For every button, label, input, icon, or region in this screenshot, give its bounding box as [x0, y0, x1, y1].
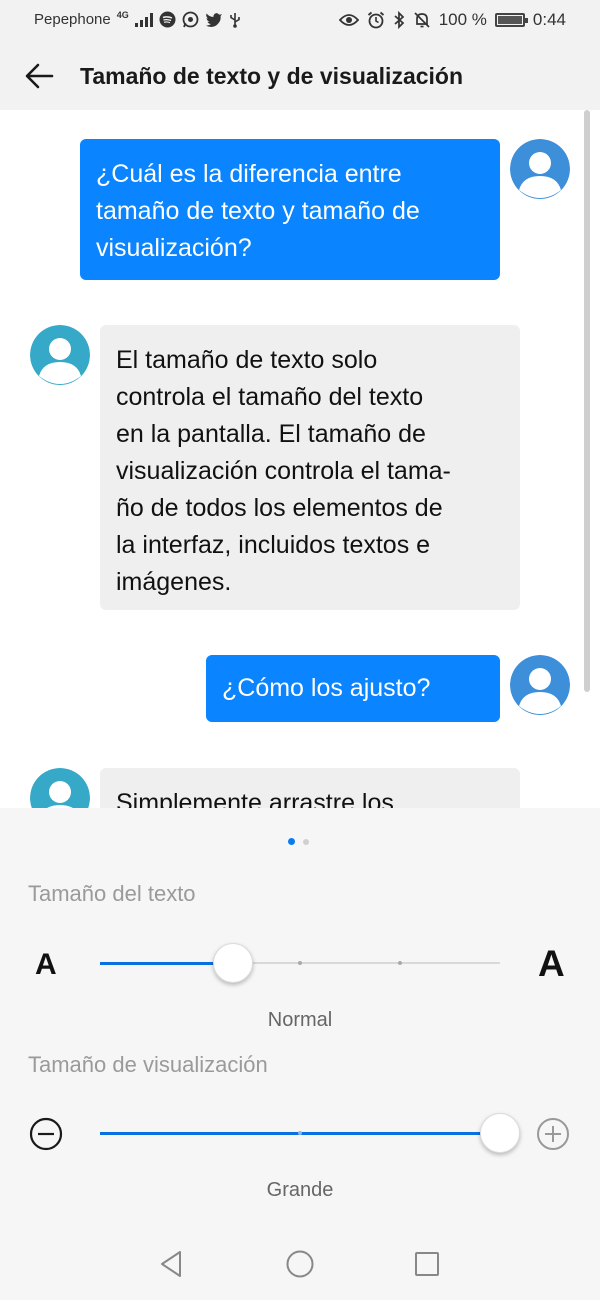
message-line: en la pantalla. El tamaño de — [116, 420, 426, 448]
message-line: ¿Cómo los ajusto? — [222, 674, 431, 702]
battery-percent: 100 % — [438, 10, 487, 29]
page-dot-active[interactable] — [288, 838, 295, 845]
person-icon — [30, 768, 90, 808]
display-size-label: Tamaño de visualización — [28, 1052, 268, 1077]
small-text-glyph[interactable]: A — [35, 948, 57, 982]
mute-icon — [414, 12, 430, 28]
message-line: visualización controla el tama- — [116, 457, 451, 485]
arrow-left-icon — [25, 63, 54, 89]
page-indicator — [288, 838, 309, 845]
slider-tick — [298, 961, 302, 965]
app-bar: Tamaño de texto y de visualización — [0, 42, 600, 110]
status-left: Pepephone 4G — [34, 9, 241, 28]
message-line: Simplemente arrastre los — [116, 789, 394, 808]
person-icon — [510, 139, 570, 199]
spotify-icon — [159, 11, 176, 28]
back-button[interactable] — [22, 58, 58, 94]
status-bar: Pepephone 4G 100 % 0:44 — [0, 0, 600, 42]
display-size-slider[interactable] — [100, 1113, 520, 1153]
message-line: ¿Cuál es la diferencia entre — [96, 160, 402, 188]
system-nav-bar — [0, 1230, 600, 1300]
minus-circle-icon[interactable] — [29, 1117, 63, 1151]
message-line: controla el tamaño del texto — [116, 383, 424, 411]
user-avatar — [510, 139, 570, 199]
whatsapp-icon — [182, 11, 199, 28]
text-size-value: Normal — [267, 1009, 333, 1031]
person-icon — [30, 325, 90, 385]
back-triangle-icon[interactable] — [156, 1248, 188, 1280]
screen: Pepephone 4G 100 % 0:44 Tamaño de texto … — [0, 0, 600, 1300]
large-text-glyph[interactable]: A — [538, 943, 565, 985]
alarm-icon — [367, 11, 384, 29]
message-line: El tamaño de texto solo — [116, 346, 378, 374]
twitter-icon — [205, 13, 222, 27]
user-avatar — [510, 655, 570, 715]
clock: 0:44 — [532, 10, 566, 29]
home-circle-icon[interactable] — [284, 1248, 316, 1280]
message-bubble-user: ¿Cómo los ajusto? — [206, 655, 500, 722]
assistant-avatar — [30, 768, 90, 808]
status-right: 100 % 0:44 — [338, 10, 566, 30]
plus-circle-icon[interactable] — [536, 1117, 570, 1151]
page-title: Tamaño de texto y de visualización — [80, 63, 464, 89]
battery-level-fill — [497, 16, 522, 24]
message-line: imágenes. — [116, 568, 232, 596]
usb-icon — [229, 12, 240, 28]
signal-icon — [134, 12, 153, 27]
text-size-slider[interactable] — [100, 943, 500, 983]
message-bubble-user: ¿Cuál es la diferencia entre tamaño de t… — [80, 139, 500, 280]
bluetooth-icon — [394, 11, 404, 29]
text-size-label: Tamaño del texto — [28, 881, 196, 906]
chat-preview: ¿Cuál es la diferencia entre tamaño de t… — [0, 110, 600, 808]
message-bubble-assistant: Simplemente arrastre los — [100, 768, 520, 808]
assistant-avatar — [30, 325, 90, 385]
battery-icon — [494, 13, 528, 27]
message-line: visualización? — [96, 234, 252, 262]
message-line: ño de todos los elementos de — [116, 494, 443, 522]
display-size-value: Grande — [266, 1179, 334, 1201]
message-bubble-assistant: El tamaño de texto solo controla el tama… — [100, 325, 520, 610]
network-type: 4G — [116, 9, 129, 20]
carrier-name: Pepephone — [34, 11, 111, 28]
message-line: tamaño de texto y tamaño de — [96, 197, 420, 225]
slider-tick — [298, 1131, 302, 1135]
scrollbar[interactable] — [584, 110, 590, 692]
recents-square-icon[interactable] — [411, 1248, 443, 1280]
message-line: la interfaz, incluidos textos e — [116, 531, 431, 559]
slider-thumb[interactable] — [480, 1113, 520, 1153]
page-dot[interactable] — [303, 838, 309, 845]
eye-icon — [338, 14, 359, 26]
slider-tick — [398, 961, 402, 965]
person-icon — [510, 655, 570, 715]
